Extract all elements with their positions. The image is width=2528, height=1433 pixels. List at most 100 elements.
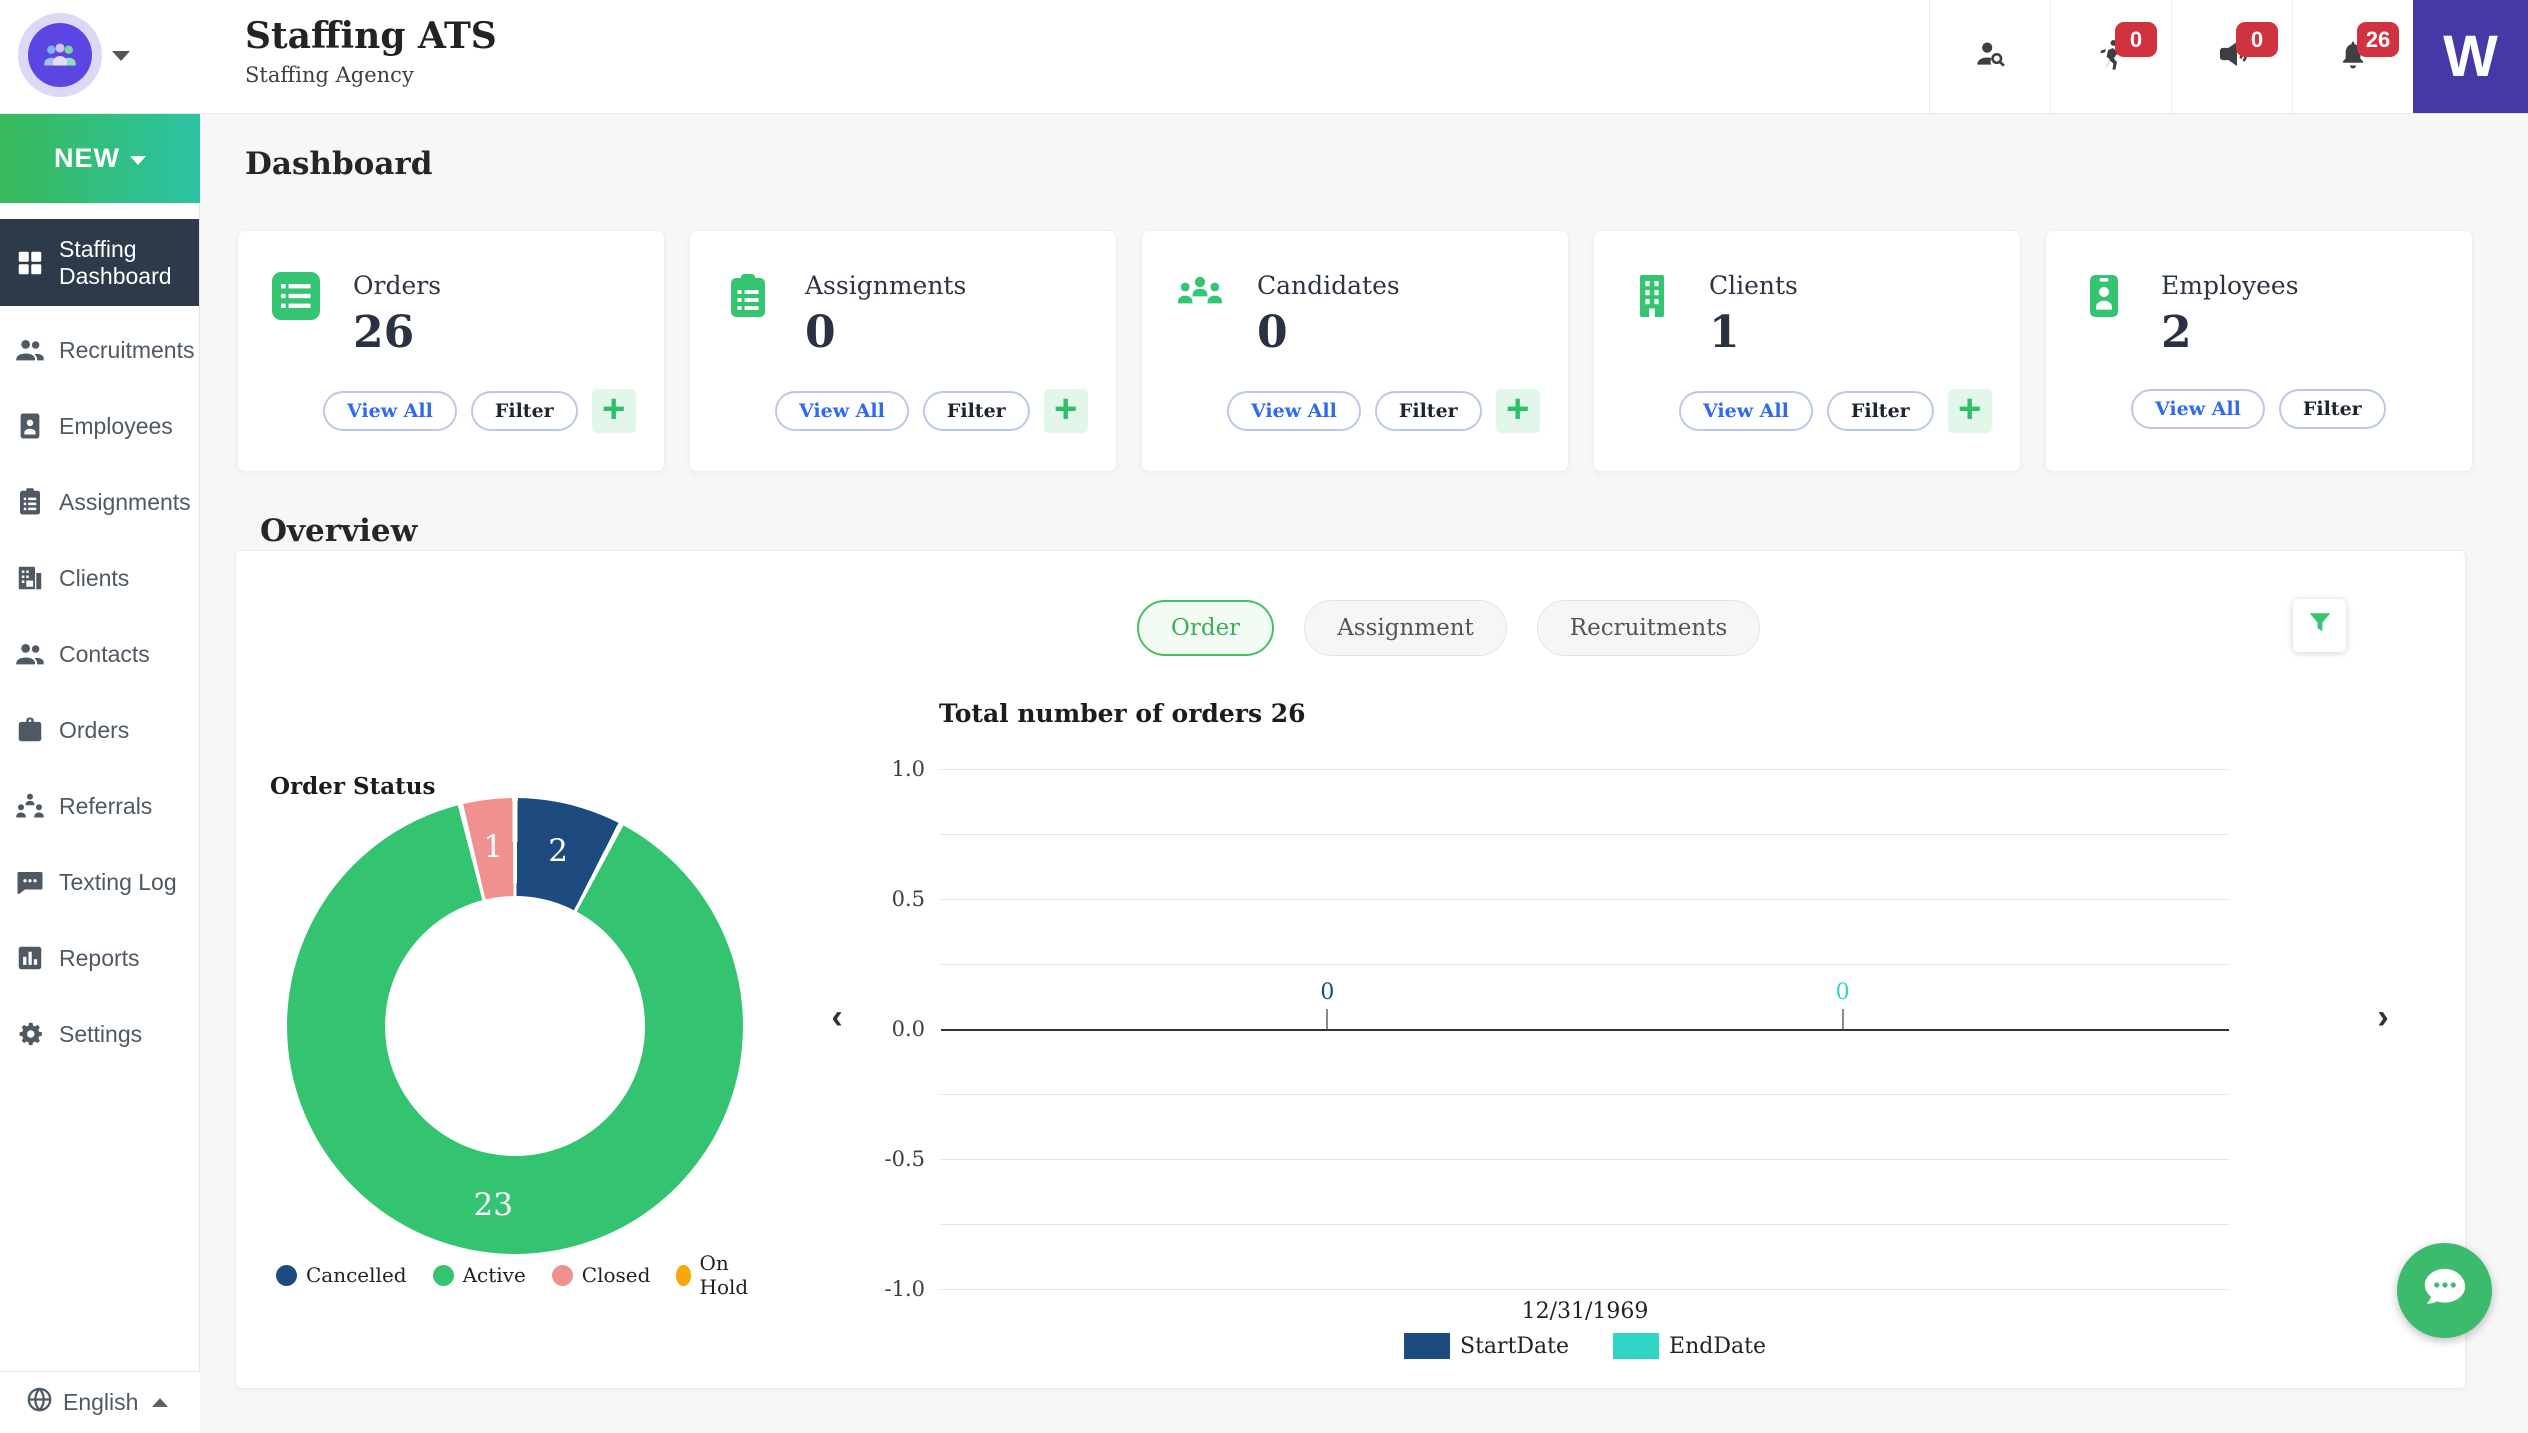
sidebar-item-orders[interactable]: Orders: [0, 692, 199, 768]
x-axis-label: 12/31/1969: [1522, 1299, 1649, 1324]
donut-slice-value: 2: [548, 833, 568, 869]
legend-dot: [552, 1265, 573, 1286]
gridline: [941, 834, 2229, 835]
legend-swatch: [1404, 1333, 1450, 1359]
clipboard-icon: [724, 272, 772, 320]
sidebar-item-contacts[interactable]: Contacts: [0, 616, 199, 692]
add-order-button[interactable]: +: [592, 389, 636, 433]
chat-bubble-icon: [14, 866, 46, 898]
view-all-button[interactable]: View All: [323, 391, 457, 431]
chevron-down-icon: [130, 156, 146, 165]
stat-count: 26: [353, 307, 414, 358]
x-axis-line: [941, 1029, 2229, 1031]
stat-label: Clients: [1709, 271, 1798, 300]
gridline: [941, 1159, 2229, 1160]
notifications-badge: 26: [2357, 22, 2399, 57]
sidebar-item-texting-log[interactable]: Texting Log: [0, 844, 199, 920]
view-all-button[interactable]: View All: [1227, 391, 1361, 431]
filter-button[interactable]: Filter: [923, 391, 1030, 431]
sidebar-item-settings[interactable]: Settings: [0, 996, 199, 1072]
data-point-tick: [1326, 1009, 1328, 1029]
legend-item-cancelled[interactable]: Cancelled: [276, 1251, 407, 1299]
notifications-button[interactable]: 26: [2292, 0, 2413, 113]
dashboard-icon: [14, 247, 46, 279]
chart-prev-button[interactable]: ‹: [817, 995, 857, 1039]
data-point-label: 0: [1836, 980, 1850, 1005]
campaigns-button[interactable]: 0: [2171, 0, 2292, 113]
legend-item-closed[interactable]: Closed: [552, 1251, 651, 1299]
legend-item-startdate[interactable]: StartDate: [1404, 1333, 1569, 1359]
y-axis-tick-label: 0.5: [892, 887, 925, 911]
donut-slice-value: 23: [474, 1187, 513, 1223]
filter-button[interactable]: Filter: [1375, 391, 1482, 431]
stat-label: Candidates: [1257, 271, 1400, 300]
header-actions: 0 0 26 W: [1929, 0, 2528, 113]
globe-icon: [26, 1386, 53, 1419]
filter-button[interactable]: Filter: [2279, 389, 2386, 429]
language-selector[interactable]: English: [0, 1371, 200, 1433]
legend-dot: [276, 1265, 297, 1286]
people-icon: [14, 638, 46, 670]
sidebar-item-staffing-dashboard[interactable]: Staffing Dashboard: [0, 219, 199, 306]
user-search-button[interactable]: [1929, 0, 2050, 113]
legend-item-active[interactable]: Active: [433, 1251, 526, 1299]
chevron-down-icon[interactable]: [112, 51, 130, 61]
gridline: [941, 1289, 2229, 1290]
chart-filter-button[interactable]: [2293, 599, 2346, 652]
id-badge-icon: [2080, 272, 2128, 320]
tasks-button[interactable]: 0: [2050, 0, 2171, 113]
sidebar-item-label: Clients: [59, 565, 129, 592]
donut-chart-title: Order Status: [270, 773, 435, 800]
plus-icon: +: [1958, 389, 1981, 429]
stat-label: Employees: [2161, 271, 2299, 300]
clipboard-icon: [14, 486, 46, 518]
plus-icon: +: [1506, 389, 1529, 429]
avatar[interactable]: [18, 13, 102, 97]
donut-chart: 2231: [287, 798, 743, 1254]
orders-list-icon: [272, 272, 320, 320]
page-title: Dashboard: [245, 146, 432, 182]
sidebar-item-employees[interactable]: Employees: [0, 388, 199, 464]
legend-label: Closed: [582, 1263, 651, 1287]
chat-bubble-icon: [2419, 1262, 2471, 1319]
id-badge-icon: [14, 410, 46, 442]
new-button-label: NEW: [54, 143, 120, 174]
stat-label: Orders: [353, 271, 441, 300]
tab-order[interactable]: Order: [1137, 600, 1274, 656]
new-button[interactable]: NEW: [0, 113, 200, 203]
line-chart-title: Total number of orders 26: [939, 699, 1306, 728]
view-all-button[interactable]: View All: [2131, 389, 2265, 429]
tab-recruitments[interactable]: Recruitments: [1537, 600, 1761, 656]
chart-next-button[interactable]: ›: [2363, 995, 2403, 1039]
stat-count: 1: [1709, 307, 1740, 358]
view-all-button[interactable]: View All: [775, 391, 909, 431]
legend-label: StartDate: [1460, 1334, 1569, 1359]
building-icon: [1628, 272, 1676, 320]
filter-button[interactable]: Filter: [1827, 391, 1934, 431]
legend-item-enddate[interactable]: EndDate: [1613, 1333, 1766, 1359]
campaigns-badge: 0: [2236, 22, 2278, 57]
sidebar-item-clients[interactable]: Clients: [0, 540, 199, 616]
legend-dot: [676, 1265, 690, 1286]
sidebar-item-referrals[interactable]: Referrals: [0, 768, 199, 844]
app-subtitle: Staffing Agency: [245, 60, 497, 90]
data-point-label: 0: [1320, 980, 1334, 1005]
logo-zone: [0, 0, 200, 113]
add-candidate-button[interactable]: +: [1496, 389, 1540, 433]
chat-button[interactable]: [2397, 1243, 2492, 1338]
tab-assignment[interactable]: Assignment: [1304, 600, 1507, 656]
sidebar-item-recruitments[interactable]: Recruitments: [0, 312, 199, 388]
view-all-button[interactable]: View All: [1679, 391, 1813, 431]
legend-label: EndDate: [1669, 1334, 1766, 1359]
gear-icon: [14, 1018, 46, 1050]
filter-button[interactable]: Filter: [471, 391, 578, 431]
add-assignment-button[interactable]: +: [1044, 389, 1088, 433]
stat-card-assignments: Assignments 0 View All Filter +: [689, 230, 1117, 472]
legend-item-on-hold[interactable]: On Hold: [676, 1251, 756, 1299]
add-client-button[interactable]: +: [1948, 389, 1992, 433]
sidebar-item-assignments[interactable]: Assignments: [0, 464, 199, 540]
sidebar-item-reports[interactable]: Reports: [0, 920, 199, 996]
stat-card-candidates: Candidates 0 View All Filter +: [1141, 230, 1569, 472]
gridline: [941, 899, 2229, 900]
workspace-tile[interactable]: W: [2413, 0, 2528, 113]
